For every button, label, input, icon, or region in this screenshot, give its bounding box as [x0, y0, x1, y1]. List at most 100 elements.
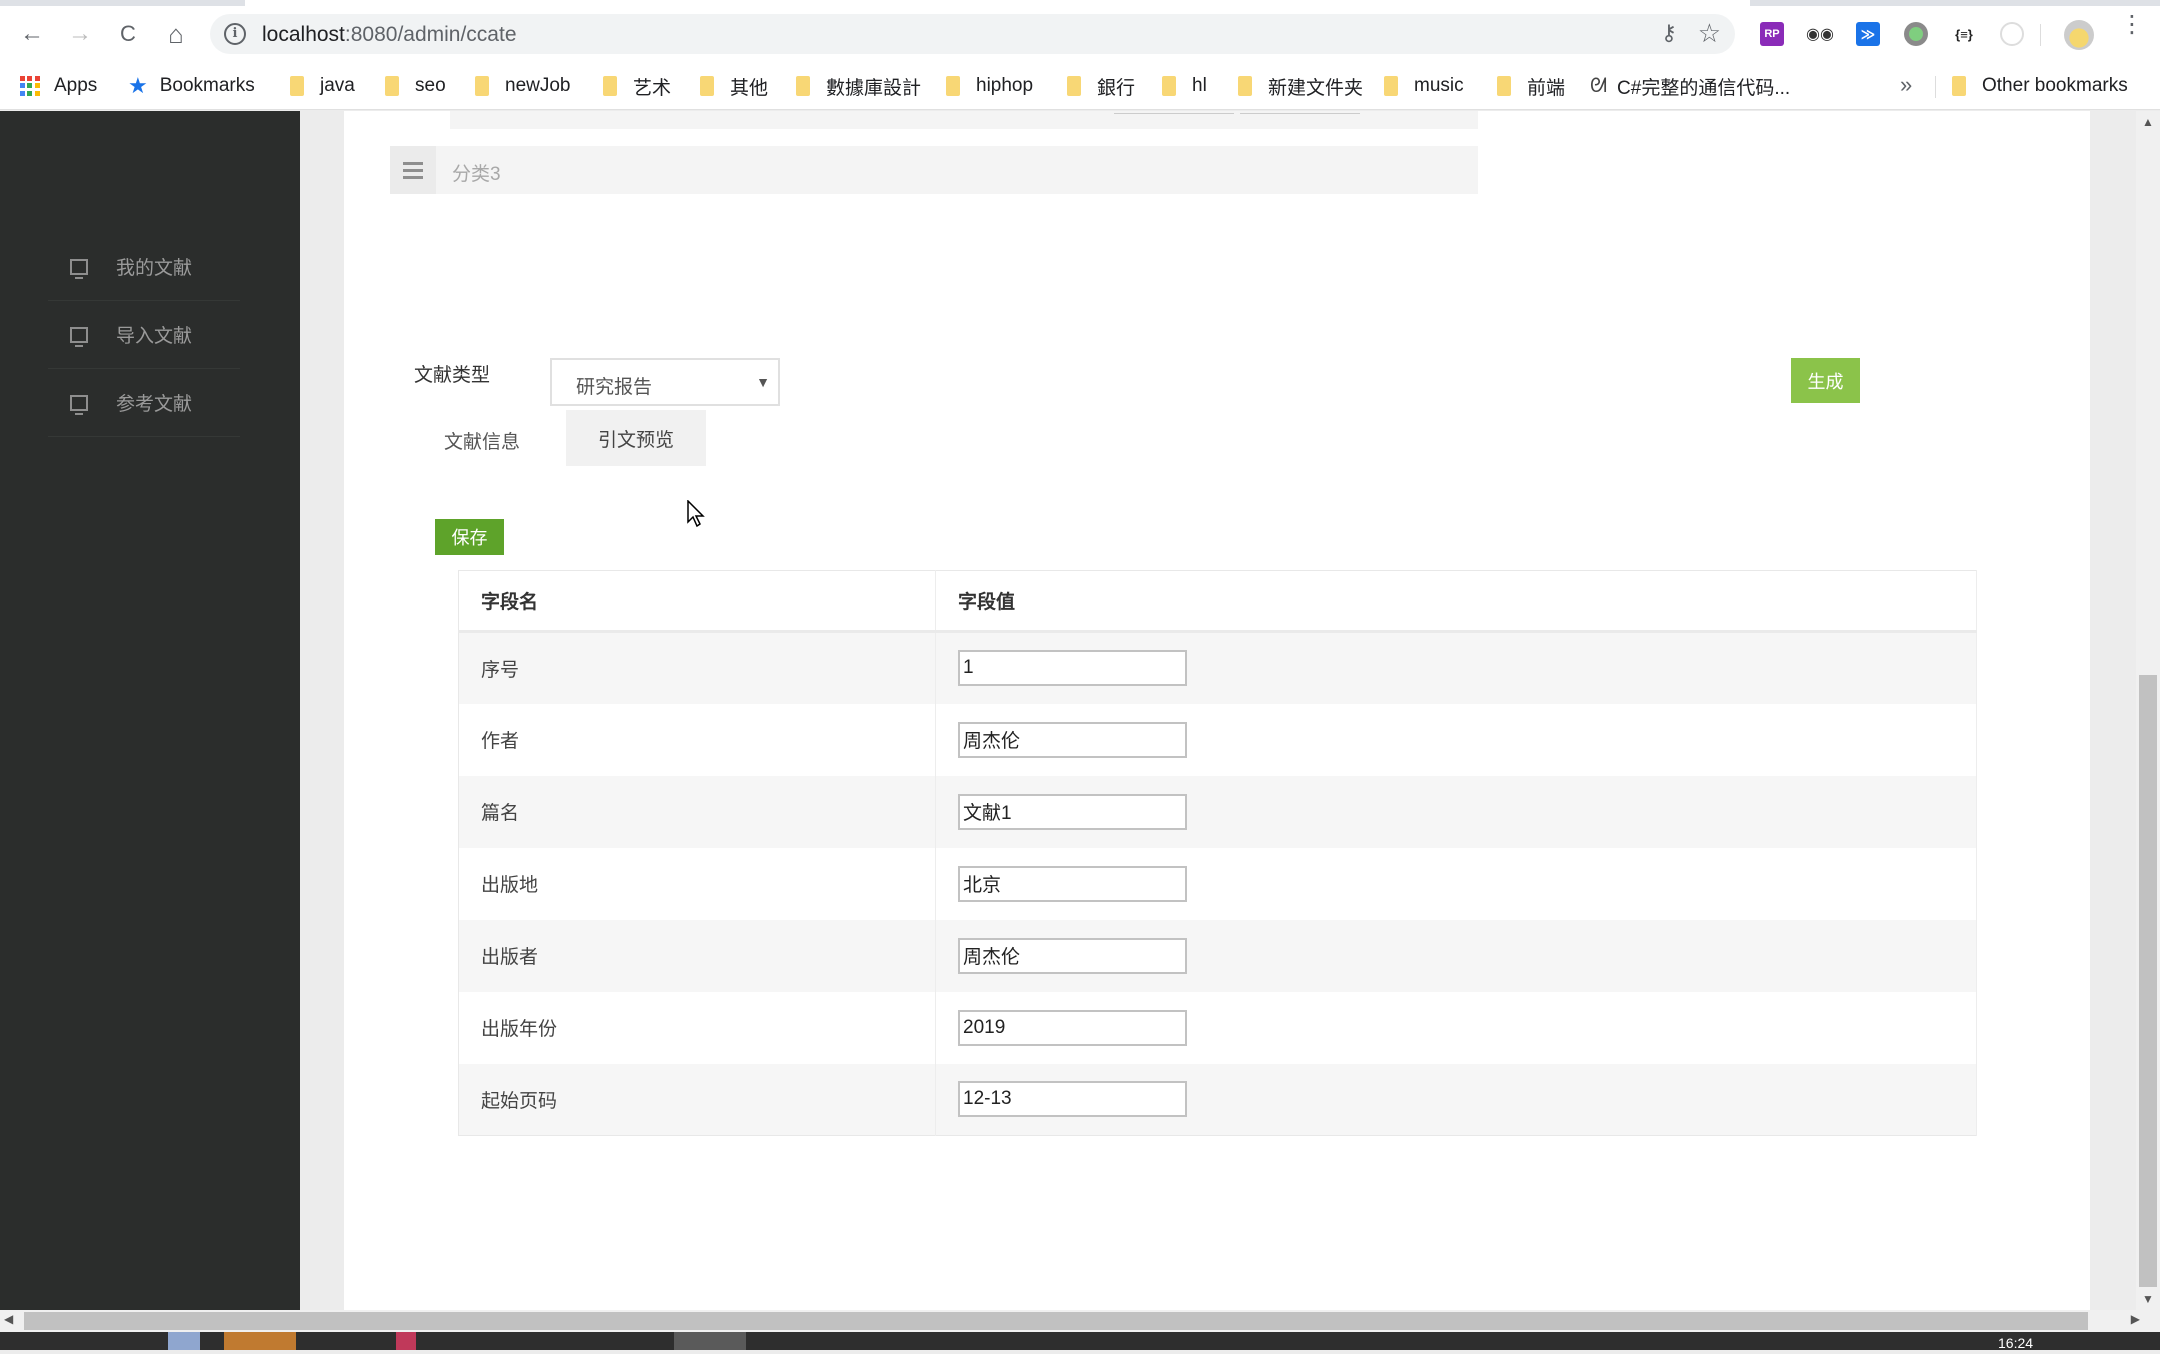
folder-icon: [1238, 76, 1252, 96]
folder-icon: [1162, 76, 1176, 96]
page-range-input[interactable]: [958, 1081, 1187, 1118]
field-value-cell: [935, 703, 1977, 776]
gauge-extension-icon[interactable]: [2000, 22, 2024, 46]
bookmark-folder[interactable]: 新建文件夹: [1238, 72, 1363, 100]
bookmark-label: 新建文件夹: [1268, 77, 1364, 99]
publish-place-input[interactable]: [958, 865, 1187, 902]
field-value-cell: [935, 847, 1977, 920]
bookmark-folder[interactable]: java: [290, 72, 355, 100]
bookmark-folder[interactable]: 前端: [1497, 72, 1565, 100]
monitor-icon: [70, 394, 88, 415]
table-row: 序号: [458, 631, 1977, 704]
url-host: localhost: [262, 23, 345, 46]
bookmark-folder[interactable]: newJob: [475, 72, 571, 100]
taskbar-clock: 16:24: [1998, 1335, 2034, 1351]
taskbar-app-icon[interactable]: [674, 1332, 746, 1350]
bookmark-label: java: [320, 75, 355, 96]
bookmark-folder[interactable]: 銀行: [1067, 72, 1135, 100]
drag-handle-icon[interactable]: [390, 146, 436, 194]
taskbar-app-icon[interactable]: [396, 1332, 416, 1350]
forward-icon[interactable]: →: [62, 16, 98, 52]
bookmark-folder[interactable]: hl: [1162, 72, 1207, 100]
green-dot-extension-icon[interactable]: [1904, 22, 1928, 46]
serial-number-input[interactable]: [958, 650, 1187, 687]
url-text[interactable]: localhost:8080/admin/ccate: [262, 23, 517, 47]
title-input[interactable]: [958, 793, 1187, 830]
sidebar-item-my-docs[interactable]: 我的文献: [48, 233, 240, 301]
vertical-scroll-thumb[interactable]: [2139, 675, 2157, 1287]
sidebar: 我的文献 导入文献 参考文献: [0, 111, 300, 1310]
vertical-scrollbar[interactable]: ▲ ▼: [2136, 111, 2160, 1310]
bookmark-label: seo: [415, 75, 446, 96]
field-value-cell: [935, 919, 1977, 992]
column-header-field-name: 字段名: [458, 570, 936, 633]
reload-icon[interactable]: C: [110, 16, 146, 52]
bookmark-page[interactable]: ᘛ C#完整的通信代码...: [1590, 72, 1790, 100]
download-extension-icon[interactable]: ≫: [1856, 22, 1880, 46]
bookmark-label: hiphop: [976, 75, 1034, 96]
mask-extension-icon[interactable]: ◉◉: [1806, 22, 1834, 46]
bookmark-folder[interactable]: 艺术: [603, 72, 671, 100]
bookmark-folder[interactable]: hiphop: [946, 72, 1033, 100]
bookmark-other[interactable]: Other bookmarks: [1952, 72, 2128, 100]
row-button[interactable]: [1240, 113, 1360, 114]
sidebar-item-label: 参考文献: [116, 394, 193, 415]
address-bar[interactable]: i localhost:8080/admin/ccate ⚷ ☆: [210, 14, 1735, 54]
os-taskbar: 16:24: [0, 1332, 2160, 1351]
sidebar-item-references[interactable]: 参考文献: [48, 369, 240, 437]
bookmark-folder[interactable]: 其他: [700, 72, 768, 100]
scroll-right-icon[interactable]: ▶: [2131, 1312, 2140, 1326]
menu-icon[interactable]: ⋮: [2120, 13, 2144, 37]
author-input[interactable]: [958, 721, 1187, 758]
sidebar-item-label: 我的文献: [116, 258, 193, 279]
horizontal-scrollbar[interactable]: ◀ ▶: [0, 1310, 2160, 1332]
sidebar-item-import-docs[interactable]: 导入文献: [48, 301, 240, 369]
horizontal-scroll-thumb[interactable]: [24, 1312, 2088, 1330]
scroll-up-icon[interactable]: ▲: [2142, 115, 2154, 129]
folder-icon: [1067, 76, 1081, 96]
folder-icon: [700, 76, 714, 96]
bookmark-folder[interactable]: music: [1384, 72, 1464, 100]
taskbar-app-icon[interactable]: [224, 1332, 296, 1350]
page-icon: ᘛ: [1590, 74, 1608, 97]
scroll-down-icon[interactable]: ▼: [2142, 1292, 2154, 1306]
axure-rp-extension-icon[interactable]: RP: [1760, 22, 1784, 46]
more-bookmarks-icon[interactable]: »: [1900, 72, 1912, 98]
category-name: 分类3: [452, 164, 501, 185]
json-viewer-extension-icon[interactable]: {≡}: [1952, 22, 1976, 46]
publish-year-input[interactable]: [958, 1009, 1187, 1046]
folder-icon: [796, 76, 810, 96]
tab-citation-preview[interactable]: 引文预览: [566, 410, 706, 466]
bookmark-folder[interactable]: seo: [385, 72, 446, 100]
column-header-field-value: 字段值: [935, 570, 1977, 633]
bookmark-label: hl: [1192, 75, 1207, 96]
publisher-input[interactable]: [958, 937, 1187, 974]
bookmark-folder[interactable]: 數據庫設計: [796, 72, 921, 100]
sidebar-item-label: 导入文献: [116, 326, 193, 347]
field-name: 起始页码: [458, 1063, 936, 1136]
scroll-left-icon[interactable]: ◀: [4, 1312, 13, 1326]
bookmark-apps[interactable]: Apps: [20, 72, 97, 100]
bookmark-label: 銀行: [1097, 77, 1136, 99]
site-info-icon[interactable]: i: [224, 23, 246, 45]
category-row[interactable]: 分类3: [390, 146, 1478, 194]
doc-type-select[interactable]: 研究报告 ▼: [550, 358, 780, 406]
table-row: 起始页码: [458, 1063, 1977, 1136]
profile-avatar[interactable]: [2064, 20, 2094, 50]
key-icon[interactable]: ⚷: [1661, 20, 1677, 46]
taskbar-app-icon[interactable]: [168, 1332, 200, 1350]
field-name: 出版年份: [458, 991, 936, 1064]
tab-doc-info[interactable]: 文献信息: [444, 427, 520, 454]
home-icon[interactable]: ⌂: [158, 16, 194, 52]
generate-button[interactable]: 生成: [1791, 358, 1860, 403]
save-button[interactable]: 保存: [435, 519, 504, 555]
field-name: 出版者: [458, 919, 936, 992]
row-button[interactable]: [1114, 113, 1234, 114]
folder-icon: [290, 76, 304, 96]
table-row: 篇名: [458, 775, 1977, 848]
back-icon[interactable]: ←: [14, 16, 50, 52]
bookmark-star-icon[interactable]: ☆: [1698, 18, 1721, 49]
field-value-cell: [935, 775, 1977, 848]
field-name: 出版地: [458, 847, 936, 920]
bookmark-bookmarks[interactable]: ★ Bookmarks: [128, 72, 255, 100]
